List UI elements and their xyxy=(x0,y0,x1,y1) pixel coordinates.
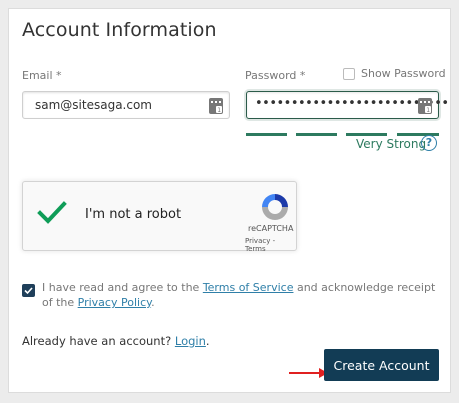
password-strength-label: Very Strong xyxy=(356,137,427,151)
login-prompt-period: . xyxy=(205,334,210,348)
account-information-card: Account Information Email * Password * S… xyxy=(8,8,451,393)
agree-text-part: . xyxy=(151,296,155,309)
strength-segment xyxy=(296,133,337,136)
create-account-button[interactable]: Create Account xyxy=(324,349,439,381)
svg-text:1: 1 xyxy=(217,107,221,114)
show-password-toggle[interactable]: Show Password xyxy=(343,67,446,80)
password-label: Password * xyxy=(245,69,306,82)
recaptcha-brand: reCAPTCHA xyxy=(248,224,294,233)
password-manager-icon[interactable]: 1 xyxy=(209,98,223,114)
strength-segment xyxy=(246,133,287,136)
page-title: Account Information xyxy=(22,19,217,41)
email-value: sam@sitesaga.com xyxy=(35,98,152,112)
recaptcha-privacy-terms-links[interactable]: Privacy - Terms xyxy=(245,237,296,253)
show-password-checkbox[interactable] xyxy=(343,67,355,80)
login-link[interactable]: Login xyxy=(175,334,206,348)
checkmark-icon[interactable] xyxy=(37,200,67,226)
email-label: Email * xyxy=(22,69,62,82)
agree-terms-text: I have read and agree to the Terms of Se… xyxy=(42,280,442,310)
recaptcha-label: I'm not a robot xyxy=(85,207,182,222)
checkbox-check-icon xyxy=(24,287,33,295)
privacy-policy-link[interactable]: Privacy Policy xyxy=(78,296,151,309)
email-field[interactable]: sam@sitesaga.com 1 xyxy=(22,91,230,119)
svg-text:1: 1 xyxy=(426,107,430,114)
agree-text-part: I have read and agree to the xyxy=(42,281,203,294)
recaptcha-logo-icon xyxy=(262,194,288,220)
terms-of-service-link[interactable]: Terms of Service xyxy=(203,281,294,294)
strength-segment xyxy=(346,133,387,136)
login-prompt: Already have an account? Login. xyxy=(22,334,210,348)
login-prompt-text: Already have an account? xyxy=(22,334,175,348)
help-icon[interactable]: ? xyxy=(421,135,437,151)
recaptcha-widget: I'm not a robot reCAPTCHA Privacy - Term… xyxy=(22,181,297,253)
agree-terms-checkbox[interactable] xyxy=(22,284,35,297)
password-field[interactable]: ••••••••••••••••••••••••••• 1 xyxy=(246,91,449,119)
show-password-label: Show Password xyxy=(361,67,446,80)
password-manager-icon[interactable]: 1 xyxy=(418,98,432,114)
